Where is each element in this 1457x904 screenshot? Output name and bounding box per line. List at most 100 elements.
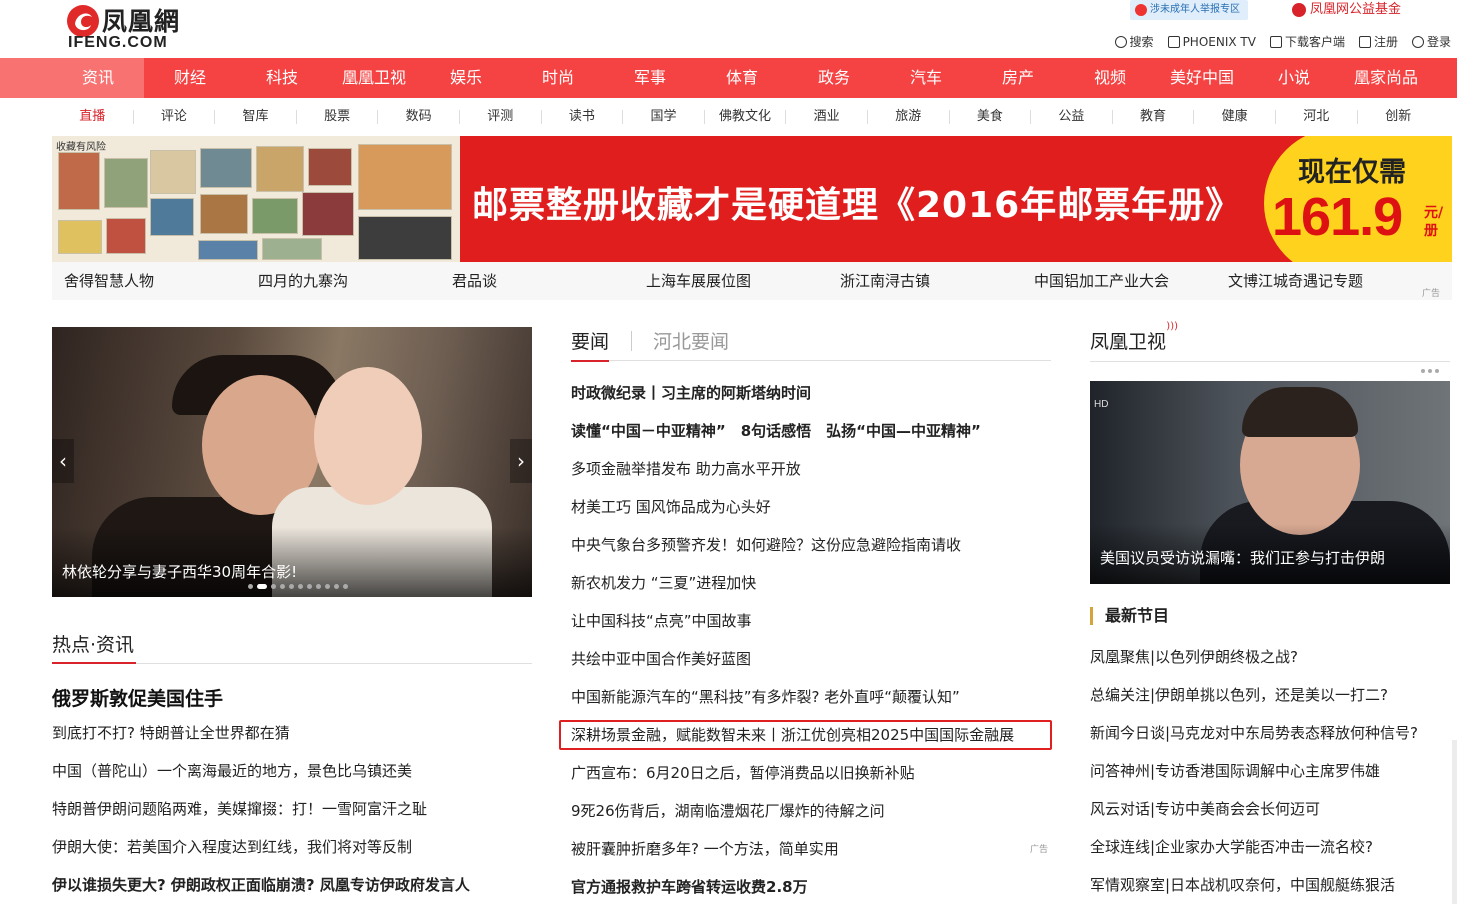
program-item[interactable]: 军情观察室|日本战机叹奈何，中国舰艇练狠活	[1090, 874, 1395, 895]
slider-dot[interactable]	[248, 584, 253, 589]
nav-item[interactable]: 美好中国	[1156, 58, 1248, 98]
subnav-item[interactable]: 酒业	[786, 110, 868, 124]
nav-item[interactable]: 小说	[1248, 58, 1340, 98]
phoenix-tv-link[interactable]: PHOENIX TV	[1167, 33, 1256, 50]
news-item[interactable]: 时政微纪录丨习主席的阿斯塔纳时间	[571, 382, 811, 403]
program-item[interactable]: 新闻今日谈|马克龙对中东局势表态释放何种信号?	[1090, 722, 1418, 743]
hot-news-item[interactable]: 特朗普伊朗问题陷两难，美媒撺掇：打！一雪阿富汗之耻	[52, 798, 427, 819]
slider-dot[interactable]	[280, 584, 285, 589]
subnav-item[interactable]: 健康	[1194, 110, 1276, 124]
featured-video[interactable]: HD 美国议员受访说漏嘴：我们正参与打击伊朗	[1090, 381, 1450, 584]
page-scrollbar[interactable]	[1452, 740, 1457, 904]
news-item[interactable]: 9死26伤背后，湖南临澧烟花厂爆炸的待解之问	[571, 800, 885, 821]
nav-item[interactable]: 资讯	[0, 58, 144, 98]
promo-link[interactable]: 四月的九寨沟	[258, 270, 348, 291]
banner-slogan: 邮票整册收藏才是硬道理《2016年邮票年册》	[472, 185, 1243, 226]
nav-item[interactable]: 凰家尚品	[1340, 58, 1432, 98]
charity-fund-link[interactable]: 凤凰网公益基金	[1290, 0, 1420, 20]
news-item[interactable]: 材美工巧 国风饰品成为心头好	[571, 496, 771, 517]
hot-news-item[interactable]: 伊以谁损失更大? 伊朗政权正面临崩溃? 凤凰专访伊政府发言人	[52, 874, 470, 895]
program-item[interactable]: 总编关注|伊朗单挑以色列，还是美以一打二?	[1090, 684, 1388, 705]
slider-dot[interactable]	[334, 584, 339, 589]
program-item[interactable]: 全球连线|企业家办大学能否冲击一流名校?	[1090, 836, 1373, 857]
tab-top-news[interactable]: 要闻	[571, 327, 610, 362]
nav-item[interactable]: 时尚	[512, 58, 604, 98]
minor-report-link[interactable]: 涉未成年人举报专区	[1130, 0, 1248, 20]
download-app-link[interactable]: 下载客户端	[1269, 33, 1345, 50]
subnav-item[interactable]: 评测	[460, 110, 542, 124]
nav-item[interactable]: 房产	[972, 58, 1064, 98]
ad-warning-label: 收藏有风险	[56, 142, 106, 153]
news-item[interactable]: 新农机发力 “三夏”进程加快	[571, 572, 756, 593]
slider-dot[interactable]	[316, 584, 321, 589]
hot-news-item[interactable]: 中国（普陀山）一个离海最近的地方，景色比乌镇还美	[52, 760, 412, 781]
video-caption[interactable]: 美国议员受访说漏嘴：我们正参与打击伊朗	[1100, 547, 1385, 568]
subnav-item[interactable]: 数码	[378, 110, 460, 124]
slider-dot[interactable]	[343, 584, 348, 589]
site-logo[interactable]: 凤凰網 IFENG.COM	[66, 2, 206, 54]
news-item[interactable]: 共绘中亚中国合作美好蓝图	[571, 648, 751, 669]
login-link[interactable]: 登录	[1411, 33, 1451, 50]
nav-item[interactable]: 财经	[144, 58, 236, 98]
nav-item[interactable]: 政务	[788, 58, 880, 98]
login-label: 登录	[1426, 35, 1451, 49]
subnav-item[interactable]: 股票	[297, 110, 379, 124]
program-item[interactable]: 问答神州|专访香港国际调解中心主席罗伟雄	[1090, 760, 1380, 781]
promo-links-strip: 广告 舍得智慧人物 四月的九寨沟 君品谈 上海车展展位图 浙江南浔古镇 中国铝加工产业大会…	[52, 262, 1452, 300]
hot-headline[interactable]: 俄罗斯敦促美国住手	[52, 684, 223, 711]
tab-hebei-news[interactable]: 河北要闻	[653, 327, 729, 354]
subnav-item[interactable]: 评论	[134, 110, 216, 124]
news-item[interactable]: 被肝囊肿折磨多年? 一个方法，简单实用	[571, 838, 839, 859]
news-item[interactable]: 中国新能源汽车的“黑科技”有多炸裂? 老外直呼“颠覆认知”	[571, 686, 960, 707]
slider-prev-button[interactable]: ‹	[52, 439, 74, 483]
nav-item[interactable]: 凰凰卫视	[328, 58, 420, 98]
register-link[interactable]: 注册	[1358, 33, 1398, 50]
subnav-item[interactable]: 佛教文化	[705, 110, 787, 124]
promo-link[interactable]: 文博江城奇遇记专题	[1228, 270, 1363, 291]
subnav-item[interactable]: 直播	[52, 110, 134, 124]
subnav-item[interactable]: 创新	[1358, 110, 1440, 124]
subnav-item[interactable]: 智库	[215, 110, 297, 124]
signal-icon: )))	[1166, 321, 1179, 332]
slider-dot[interactable]	[271, 584, 276, 589]
stamp-ad-banner[interactable]: 收藏有风险 邮票整册收藏才是硬道理《2016年邮票年册》 现在仅需 161.9 …	[52, 136, 1452, 262]
nav-item[interactable]: 体育	[696, 58, 788, 98]
hot-news-title: 热点·资讯	[52, 634, 135, 656]
photo-slider[interactable]: 林依轮分享与妻子西华30周年合影! ‹ ›	[52, 327, 532, 597]
subnav-item[interactable]: 公益	[1031, 110, 1113, 124]
nav-item[interactable]: 娱乐	[420, 58, 512, 98]
slider-dot[interactable]	[257, 584, 267, 589]
slider-dot[interactable]	[307, 584, 312, 589]
slider-caption[interactable]: 林依轮分享与妻子西华30周年合影!	[62, 561, 297, 582]
slider-next-button[interactable]: ›	[510, 439, 532, 483]
subnav-item[interactable]: 国学	[623, 110, 705, 124]
search-link[interactable]: 搜索	[1114, 33, 1154, 50]
nav-item[interactable]: 科技	[236, 58, 328, 98]
promo-link[interactable]: 上海车展展位图	[646, 270, 751, 291]
news-item[interactable]: 广西宣布：6月20日之后，暂停消费品以旧换新补贴	[571, 762, 915, 783]
program-item[interactable]: 凤凰聚焦|以色列伊朗终极之战?	[1090, 646, 1298, 667]
program-item[interactable]: 风云对话|专访中美商会会长何迈可	[1090, 798, 1320, 819]
news-item[interactable]: 中央气象台多预警齐发！如何避险？这份应急避险指南请收	[571, 534, 961, 555]
slider-dot[interactable]	[289, 584, 294, 589]
promo-link[interactable]: 浙江南浔古镇	[840, 270, 930, 291]
news-item[interactable]: 多项金融举措发布 助力高水平开放	[571, 458, 801, 479]
subnav-item[interactable]: 河北	[1276, 110, 1358, 124]
promo-link[interactable]: 舍得智慧人物	[64, 270, 154, 291]
slider-dot[interactable]	[325, 584, 330, 589]
subnav-item[interactable]: 旅游	[868, 110, 950, 124]
promo-link[interactable]: 君品谈	[452, 270, 497, 291]
nav-item[interactable]: 汽车	[880, 58, 972, 98]
hot-news-item[interactable]: 到底打不打? 特朗普让全世界都在猜	[52, 722, 290, 743]
news-item[interactable]: 读懂“中国－中亚精神” 8句话感悟 弘扬“中国—中亚精神”	[571, 420, 981, 441]
subnav-item[interactable]: 读书	[542, 110, 624, 124]
news-item[interactable]: 官方通报救护车跨省转运收费2.8万	[571, 876, 808, 897]
nav-item[interactable]: 军事	[604, 58, 696, 98]
nav-item[interactable]: 视频	[1064, 58, 1156, 98]
news-item[interactable]: 让中国科技“点亮”中国故事	[571, 610, 752, 631]
hot-news-item[interactable]: 伊朗大使：若美国介入程度达到红线，我们将对等反制	[52, 836, 412, 857]
subnav-item[interactable]: 美食	[950, 110, 1032, 124]
subnav-item[interactable]: 教育	[1113, 110, 1195, 124]
promo-link[interactable]: 中国铝加工产业大会	[1034, 270, 1169, 291]
slider-dot[interactable]	[298, 584, 303, 589]
